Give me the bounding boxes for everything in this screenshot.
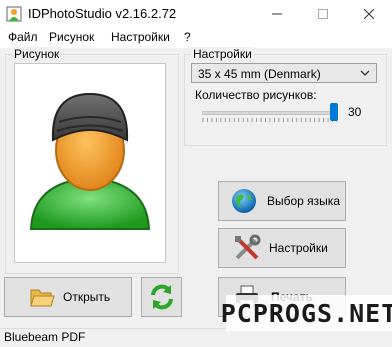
chevron-down-icon (360, 70, 370, 76)
minimize-icon (272, 13, 282, 15)
close-button[interactable] (346, 0, 392, 28)
slider-ticks (202, 118, 338, 122)
language-button-label: Выбор языка (267, 194, 340, 208)
globe-icon (232, 189, 256, 213)
refresh-icon (150, 284, 173, 310)
menu-help[interactable]: ? (184, 30, 191, 44)
open-button-label: Открыть (63, 290, 111, 304)
count-label: Количество рисунков: (195, 88, 317, 102)
open-button[interactable]: Открыть (4, 277, 132, 317)
avatar-image (29, 92, 151, 230)
refresh-button[interactable] (141, 277, 182, 317)
count-slider-thumb[interactable] (330, 103, 338, 121)
status-text: Bluebeam PDF (4, 330, 86, 344)
settings-button[interactable]: Настройки (218, 228, 346, 268)
format-select-value: 35 x 45 mm (Denmark) (198, 67, 321, 81)
menu-picture[interactable]: Рисунок (49, 30, 94, 44)
tools-icon (235, 234, 261, 260)
language-button[interactable]: Выбор языка (218, 181, 346, 221)
format-select[interactable]: 35 x 45 mm (Denmark) (191, 63, 377, 83)
folder-icon (30, 289, 55, 307)
app-icon (6, 6, 22, 22)
menu-settings[interactable]: Настройки (111, 30, 170, 44)
maximize-icon (318, 9, 328, 19)
settings-group-label: Настройки (191, 47, 254, 61)
menu-file[interactable]: Файл (8, 30, 38, 44)
maximize-button[interactable] (300, 0, 346, 28)
window-title: IDPhotoStudio v2.16.2.72 (28, 6, 177, 21)
picture-group-label: Рисунок (12, 47, 62, 61)
watermark: PCPROGS.NET (221, 295, 392, 331)
settings-button-label: Настройки (269, 241, 328, 255)
count-value: 30 (348, 105, 362, 119)
count-slider-track[interactable] (202, 111, 338, 115)
photo-preview[interactable] (14, 63, 166, 263)
minimize-button[interactable] (254, 0, 300, 28)
close-icon (364, 9, 374, 19)
